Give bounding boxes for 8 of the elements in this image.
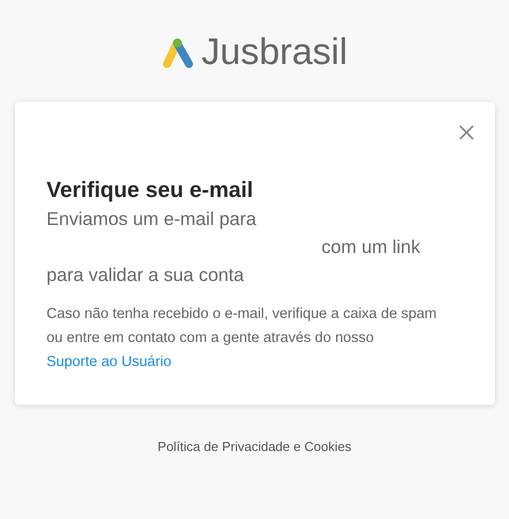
dialog-title: Verifique seu e-mail (46, 176, 254, 204)
close-icon[interactable] (458, 125, 474, 140)
privacy-link[interactable]: Política de Privacidade e Cookies (158, 437, 352, 456)
message-text: com um link (322, 236, 420, 257)
logo-text: Jusbrasil (202, 33, 348, 70)
help-text: Caso não tenha recebido o e-mail, verifique a caixa de spam ou entre em contato com a gente através do nosso (46, 305, 438, 348)
message-text: Enviamos um e-mail para (46, 208, 256, 229)
message-text: para validar a sua conta (46, 264, 244, 285)
